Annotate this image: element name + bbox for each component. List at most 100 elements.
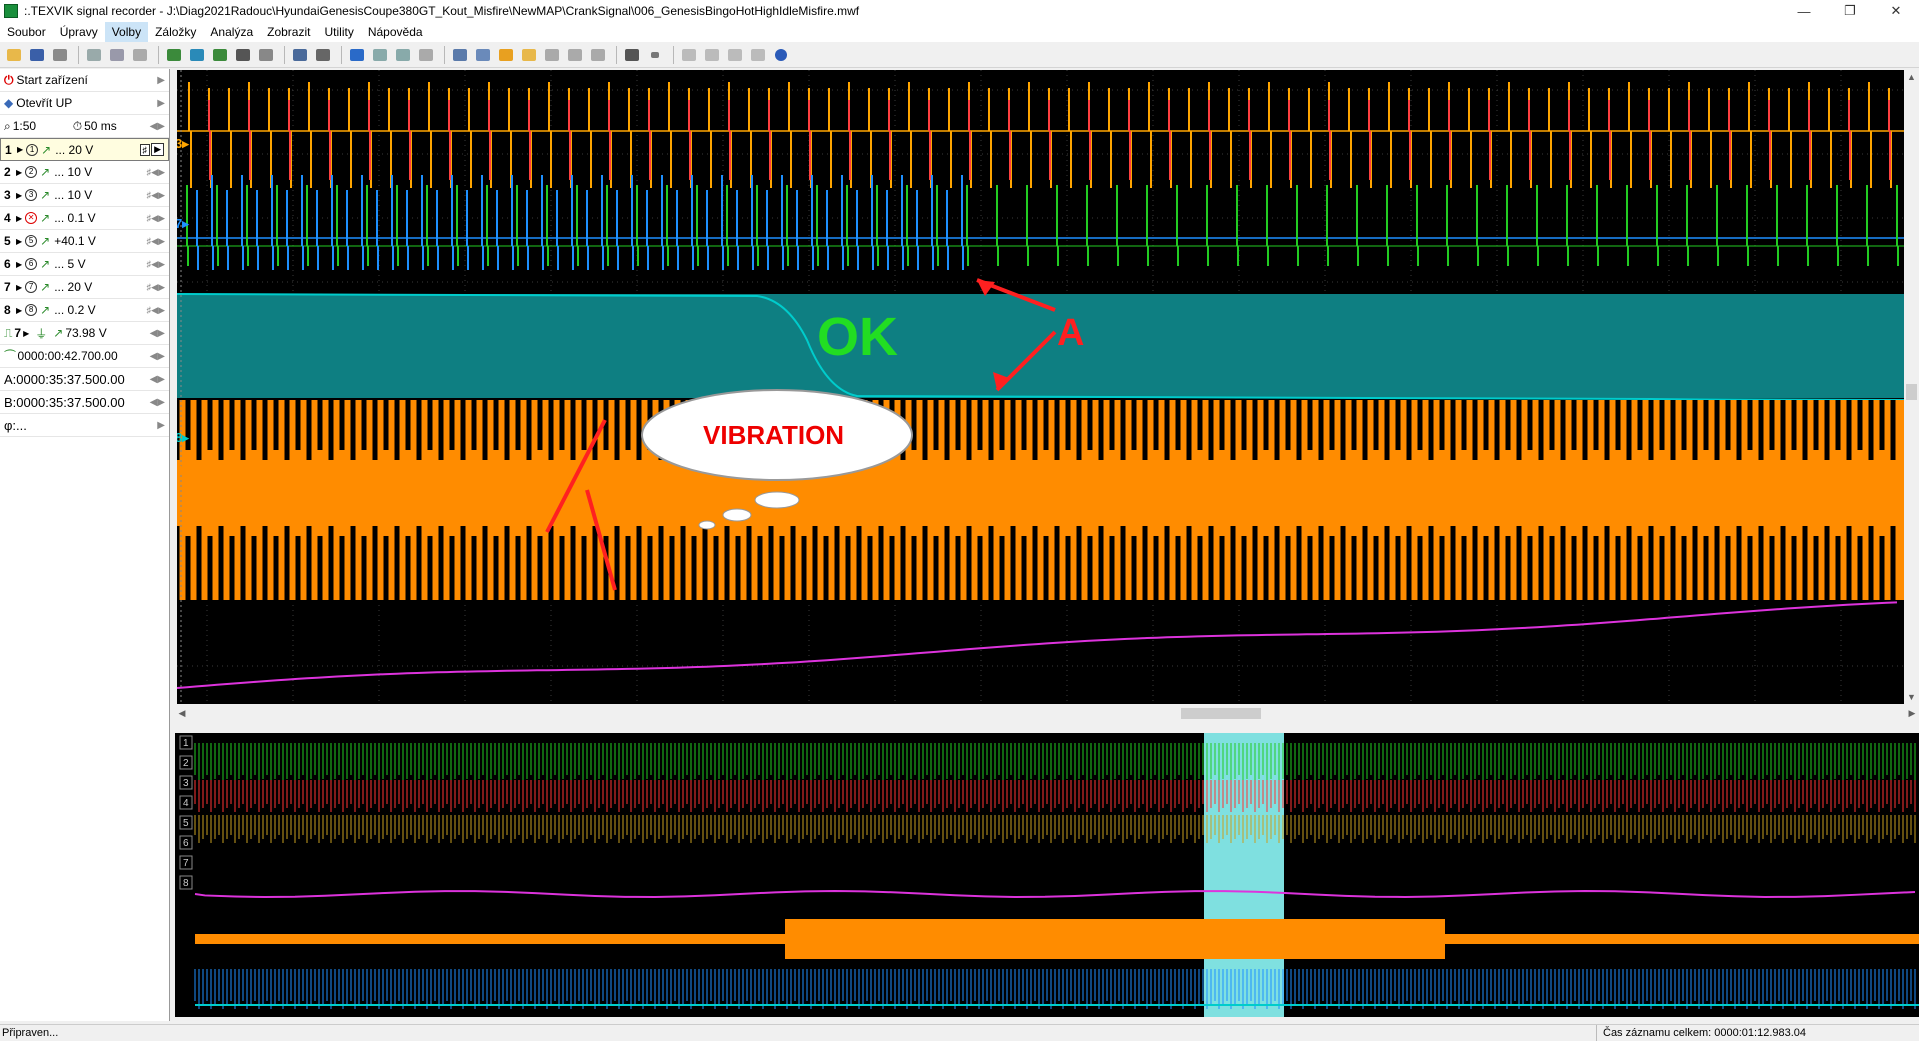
menu-utility[interactable]: Utility (317, 22, 360, 42)
menu-volby[interactable]: Volby (104, 22, 149, 42)
channel-row-4[interactable]: 4 ▶ ✕ ↗ ... 0.1 V ♯◀▶ (0, 207, 169, 230)
horizontal-scrollbar[interactable]: ◀ ▶ (175, 706, 1919, 721)
maximize-button[interactable]: ❐ (1827, 0, 1873, 22)
zoom-row[interactable]: ⌕ 1:50 ⏱ 50 ms ◀▶ (0, 115, 169, 138)
close-button[interactable]: ✕ (1873, 0, 1919, 22)
channel-circle-icon: 7 (25, 281, 38, 293)
start-device-button[interactable]: ⏻ Start zařízení ▶ (0, 69, 169, 92)
zoom-fit-button[interactable] (473, 45, 493, 65)
grid-button[interactable] (450, 45, 470, 65)
copy-button[interactable] (84, 45, 104, 65)
trigger-button[interactable] (187, 45, 207, 65)
menu-napoveda[interactable]: Nápověda (361, 22, 430, 42)
menu-upravy[interactable]: Úpravy (53, 22, 105, 42)
filter-button[interactable] (313, 45, 333, 65)
spin-icon[interactable]: ◀▶ (150, 374, 165, 385)
channel-toggle[interactable]: ♯ (139, 143, 150, 156)
check-icon (350, 48, 364, 61)
win2-button[interactable] (702, 45, 722, 65)
channel-row-6[interactable]: 6 ▶ 6 ↗ ... 5 V ♯◀▶ (0, 253, 169, 276)
overview-plot[interactable]: 1 2 3 4 5 6 7 8 (175, 733, 1919, 1017)
menu-soubor[interactable]: Soubor (0, 22, 53, 42)
measure-button[interactable] (290, 45, 310, 65)
channel-controls[interactable]: ♯◀▶ (147, 282, 165, 293)
doc-button[interactable] (416, 45, 436, 65)
scroll-left-icon[interactable]: ◀ (175, 706, 189, 721)
channels-button[interactable] (496, 45, 516, 65)
overview-svg[interactable]: 1 2 3 4 5 6 7 8 (175, 733, 1919, 1017)
help-button[interactable] (771, 45, 791, 65)
folder-icon (7, 48, 21, 61)
check3-button[interactable] (393, 45, 413, 65)
chevron-right-icon: ▶ (157, 74, 165, 86)
channel-circle-icon: 1 (26, 143, 39, 156)
display-button[interactable] (622, 45, 642, 65)
paste-button[interactable] (107, 45, 127, 65)
arrow-icon: ▶ (16, 236, 23, 246)
phase-row[interactable]: φ:... ▶ (0, 414, 169, 437)
scroll-up-icon[interactable]: ▲ (1904, 70, 1919, 84)
step-button[interactable] (565, 45, 585, 65)
channel-range: ... 20 V (55, 142, 94, 157)
menu-zobrazit[interactable]: Zobrazit (260, 22, 317, 42)
channel-row-8[interactable]: 8 ▶ 8 ↗ ... 0.2 V ♯◀▶ (0, 299, 169, 322)
wave-button[interactable] (210, 45, 230, 65)
overview-channel-label: 1 (183, 738, 189, 749)
horizontal-scroll-thumb[interactable] (1181, 708, 1261, 719)
spin-icon[interactable]: ◀▶ (150, 328, 165, 339)
main-waveform-svg[interactable]: 3▸ 7▸ 8▸ 6▸ OK A VIBRATION (177, 70, 1904, 704)
channel-row-5[interactable]: 5 ▶ 5 ↗ +40.1 V ♯◀▶ (0, 230, 169, 253)
open-file-button[interactable] (4, 45, 24, 65)
channel-controls[interactable]: ♯◀▶ (147, 259, 165, 270)
spin-icon[interactable]: ◀▶ (150, 121, 165, 132)
save-button[interactable] (27, 45, 47, 65)
channel-controls[interactable]: ♯◀▶ (147, 213, 165, 224)
win4-button[interactable] (748, 45, 768, 65)
main-waveform-plot[interactable]: 3▸ 7▸ 8▸ 6▸ OK A VIBRATION (177, 70, 1904, 704)
pretrigger-row[interactable]: ⏜ 0000:00:42.700.00 ◀▶ (0, 345, 169, 368)
channel-row-7[interactable]: 7 ▶ 7 ↗ ... 20 V ♯◀▶ (0, 276, 169, 299)
vertical-scroll-thumb[interactable] (1906, 384, 1917, 400)
play-button[interactable] (542, 45, 562, 65)
cursor-button[interactable] (164, 45, 184, 65)
grid-icon (453, 48, 467, 61)
vertical-scrollbar[interactable]: ▲ ▼ (1904, 70, 1919, 704)
record-button[interactable] (588, 45, 608, 65)
channel-controls[interactable]: ♯◀▶ (147, 167, 165, 178)
open-up-button[interactable]: ◆ Otevřít UP ▶ (0, 92, 169, 115)
channel-expand[interactable]: ▶ (151, 143, 164, 156)
paste-icon (110, 48, 124, 61)
channel-row-1[interactable]: 1 ▶ 1 ↗ ... 20 V ♯ ▶ (0, 138, 169, 161)
channel-controls[interactable]: ♯◀▶ (147, 190, 165, 201)
settings-button[interactable] (519, 45, 539, 65)
dropdown-button[interactable] (645, 45, 665, 65)
print-button[interactable] (50, 45, 70, 65)
wave-icon (213, 48, 227, 61)
sine-button[interactable] (233, 45, 253, 65)
cut-button[interactable] (130, 45, 150, 65)
overview-channel-label: 7 (183, 858, 189, 869)
check1-button[interactable] (347, 45, 367, 65)
check2-button[interactable] (370, 45, 390, 65)
channel-controls[interactable]: ♯◀▶ (147, 236, 165, 247)
undo-button[interactable] (256, 45, 276, 65)
win1-button[interactable] (679, 45, 699, 65)
channel-controls[interactable]: ♯◀▶ (147, 305, 165, 316)
channel-range: +40.1 V (54, 234, 96, 248)
cursor-b-row[interactable]: B:0000:35:37.500.00 ◀▶ (0, 391, 169, 414)
scroll-right-icon[interactable]: ▶ (1905, 706, 1919, 721)
menu-analyza[interactable]: Analýza (203, 22, 260, 42)
chevron-right-icon: ▶ (157, 419, 165, 431)
menu-zalozky[interactable]: Záložky (148, 22, 203, 42)
win3-button[interactable] (725, 45, 745, 65)
scroll-down-icon[interactable]: ▼ (1904, 690, 1919, 704)
spin-icon[interactable]: ◀▶ (150, 351, 165, 362)
channel-row-2[interactable]: 2 ▶ 2 ↗ ... 10 V ♯◀▶ (0, 161, 169, 184)
spin-icon[interactable]: ◀▶ (150, 397, 165, 408)
cursor-a-row[interactable]: A:0000:35:37.500.00 ◀▶ (0, 368, 169, 391)
step-icon (568, 48, 582, 61)
trigger-row[interactable]: ⎍ 7 ▶ ⏚ ↗ 73.98 V ◀▶ (0, 322, 169, 345)
minimize-button[interactable]: — (1781, 0, 1827, 22)
open-label: Otevřít UP (16, 96, 73, 110)
channel-row-3[interactable]: 3 ▶ 3 ↗ ... 10 V ♯◀▶ (0, 184, 169, 207)
